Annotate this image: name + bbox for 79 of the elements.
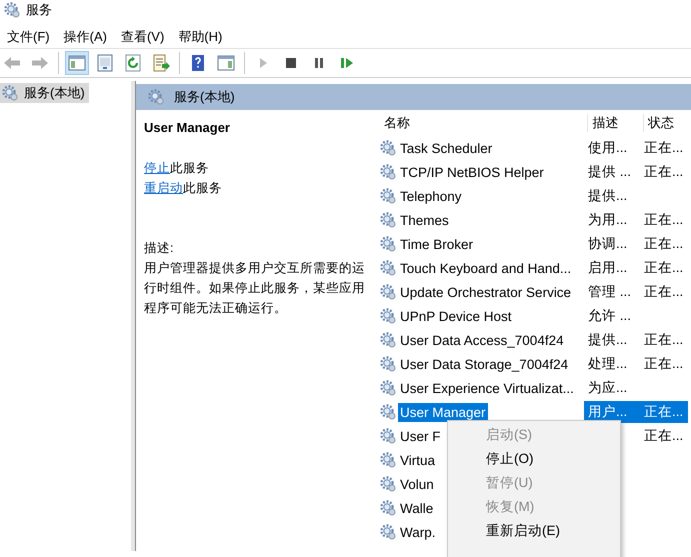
service-icon — [380, 188, 396, 204]
gear-icon — [2, 85, 18, 101]
service-description: 用户... — [584, 401, 640, 423]
service-icon — [380, 236, 396, 252]
panel-title: 服务(本地) — [174, 88, 235, 106]
column-header[interactable]: 名称 — [380, 114, 588, 132]
action-link[interactable]: 重启动 — [144, 181, 183, 195]
service-name[interactable]: User Manager — [398, 402, 488, 422]
service-icon — [380, 404, 396, 420]
service-status: 正在... — [643, 139, 684, 157]
menu-item[interactable]: 文件(F) — [2, 26, 55, 48]
service-description: 允许 ... — [587, 307, 632, 325]
service-icon — [380, 452, 396, 468]
service-icon — [380, 380, 396, 396]
service-name[interactable]: Virtua — [398, 450, 438, 470]
service-description: 为应... — [587, 379, 628, 397]
app-icon — [4, 2, 20, 18]
service-description: 协调... — [587, 235, 628, 253]
service-icon — [380, 356, 396, 372]
service-name[interactable]: Touch Keyboard and Hand... — [398, 258, 574, 278]
service-status: 正在... — [643, 259, 684, 277]
service-name[interactable]: Update Orchestrator Service — [398, 282, 574, 302]
service-icon — [380, 140, 396, 156]
service-status: 正在... — [640, 401, 688, 423]
action-text: 此服务 — [183, 181, 222, 195]
service-name[interactable]: User Data Storage_7004f24 — [398, 354, 570, 374]
service-status: 正在... — [643, 355, 684, 373]
action-text: 此服务 — [170, 161, 209, 175]
context-menu-item[interactable]: 停止(O) — [448, 447, 620, 471]
service-name[interactable]: Warp. — [398, 522, 438, 542]
service-name[interactable]: Task Scheduler — [398, 138, 494, 158]
service-name[interactable]: Themes — [398, 210, 451, 230]
service-description: 启用... — [587, 259, 628, 277]
context-menu-item[interactable]: 重新启动(E) — [448, 519, 620, 543]
service-name[interactable]: TCP/IP NetBIOS Helper — [398, 162, 546, 182]
service-status: 正在... — [643, 427, 684, 445]
service-description: 提供... — [587, 331, 628, 349]
service-name[interactable]: User F — [398, 426, 442, 446]
service-name[interactable]: User Experience Virtualizat... — [398, 378, 576, 398]
service-status: 正在... — [643, 235, 684, 253]
gear-icon — [148, 89, 164, 105]
service-name[interactable]: Walle — [398, 498, 436, 518]
window-title: 服务 — [26, 1, 52, 19]
service-description: 使用... — [587, 139, 628, 157]
service-icon — [380, 212, 396, 228]
service-icon — [380, 308, 396, 324]
service-icon — [380, 260, 396, 276]
menu-item[interactable]: 操作(A) — [58, 26, 112, 48]
service-name[interactable]: UPnP Device Host — [398, 306, 514, 326]
service-name[interactable]: User Data Access_7004f24 — [398, 330, 566, 350]
service-description: 为用... — [587, 211, 628, 229]
column-header[interactable]: 状态 — [643, 114, 691, 132]
tree-view-icon[interactable] — [65, 51, 89, 75]
service-name[interactable]: Telephony — [398, 186, 464, 206]
description-label: 描述: — [144, 240, 174, 257]
menu-item[interactable]: 帮助(H) — [173, 26, 228, 48]
tree-item[interactable]: 服务(本地) — [0, 83, 89, 103]
service-icon — [380, 428, 396, 444]
service-icon — [380, 524, 396, 540]
service-description: 提供 ... — [587, 163, 632, 181]
service-status: 正在... — [643, 283, 684, 301]
service-icon — [380, 284, 396, 300]
service-description: 提供... — [587, 187, 628, 205]
menu-item[interactable]: 查看(V) — [116, 26, 170, 48]
action-link[interactable]: 停止 — [144, 161, 170, 175]
service-name[interactable]: Time Broker — [398, 234, 476, 254]
service-icon — [380, 164, 396, 180]
service-name[interactable]: Volun — [398, 474, 436, 494]
service-description: 处理... — [587, 355, 628, 373]
description-text: 用户管理器提供多用户交互所需要的运行时组件。如果停止此服务，某些应用程序可能无法正确运行。 — [144, 260, 366, 317]
service-icon — [380, 476, 396, 492]
service-status: 正在... — [643, 163, 684, 181]
service-icon — [380, 332, 396, 348]
column-header[interactable]: 描述 — [587, 114, 644, 132]
service-title: User Manager — [144, 119, 231, 137]
service-icon — [380, 500, 396, 516]
service-description: 管理 ... — [587, 283, 632, 301]
service-status: 正在... — [643, 211, 684, 229]
service-status: 正在... — [643, 331, 684, 349]
